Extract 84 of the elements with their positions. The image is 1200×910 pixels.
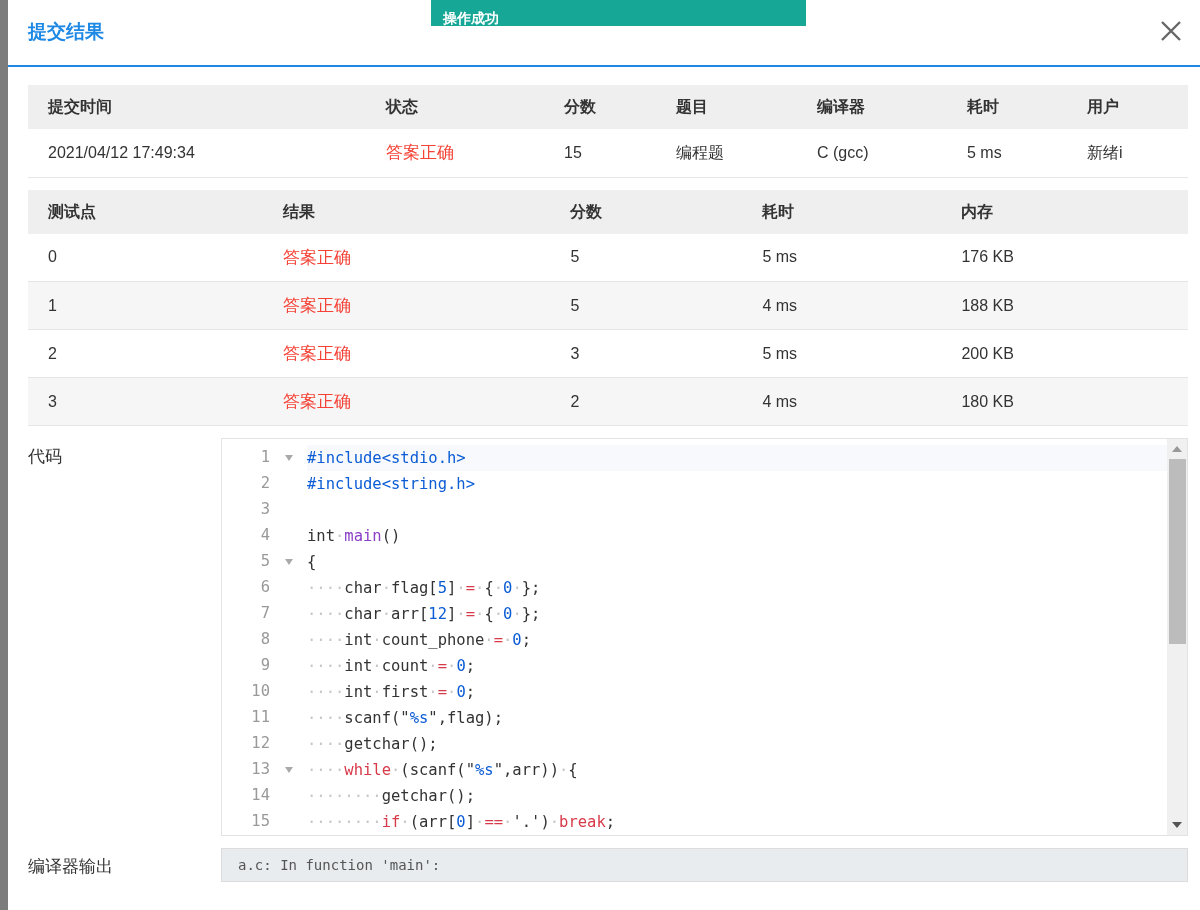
column-header: 耗时 bbox=[967, 98, 999, 115]
cell-text: 3 bbox=[570, 344, 580, 362]
line-number: 1 bbox=[259, 447, 270, 469]
status-text: 答案正确 bbox=[282, 391, 351, 411]
column-header: 题目 bbox=[676, 98, 708, 115]
scroll-up-icon bbox=[1172, 446, 1182, 452]
cell-text: C (gcc) bbox=[817, 143, 869, 161]
line-number: 14 bbox=[250, 785, 270, 807]
column-header: 分数 bbox=[564, 98, 596, 115]
cell-text: 188 KB bbox=[961, 296, 1014, 314]
line-number: 7 bbox=[259, 603, 270, 625]
scrollbar-thumb[interactable] bbox=[1168, 459, 1186, 644]
status-text: 答案正确 bbox=[386, 143, 454, 162]
line-number: 3 bbox=[259, 499, 270, 521]
code-line: ········getchar(); bbox=[307, 786, 476, 807]
code-line: ····getchar(); bbox=[307, 734, 439, 755]
cell-text: 2021/04/12 17:49:34 bbox=[48, 143, 195, 161]
code-line: ····char·flag[5]·=·{·0·}; bbox=[307, 578, 542, 599]
cell-text: 2 bbox=[48, 344, 57, 362]
column-header: 编译器 bbox=[817, 98, 865, 115]
cell-text: 2 bbox=[570, 392, 580, 410]
column-header: 状态 bbox=[386, 98, 418, 115]
cell-text: 5 bbox=[570, 248, 580, 266]
caret-icon bbox=[284, 767, 293, 773]
toast: 操作成功 bbox=[431, 0, 806, 26]
code-line: ····scanf("%s",flag); bbox=[307, 708, 504, 729]
column-header: 耗时 bbox=[762, 202, 795, 220]
line-number: 15 bbox=[250, 811, 270, 833]
code-line: #include<string.h> bbox=[307, 474, 476, 495]
cell-text: 4 ms bbox=[762, 392, 798, 410]
cell-text: 200 KB bbox=[961, 344, 1014, 362]
column-header: 结果 bbox=[282, 202, 315, 220]
fold-toggle[interactable] bbox=[284, 559, 293, 565]
column-header: 提交时间 bbox=[48, 98, 112, 115]
cell-text: 0 bbox=[48, 248, 57, 266]
line-number: 9 bbox=[259, 655, 270, 677]
line-number: 12 bbox=[250, 733, 270, 755]
line-number: 4 bbox=[259, 525, 270, 547]
section-label: 代码 bbox=[28, 446, 63, 468]
line-number: 10 bbox=[250, 681, 270, 703]
column-header: 内存 bbox=[961, 202, 994, 220]
fold-toggle[interactable] bbox=[284, 767, 293, 773]
code-line: ····int·first·=·0; bbox=[307, 682, 477, 703]
compiler-output-text: a.c: In function 'main': bbox=[238, 857, 441, 873]
fold-toggle[interactable] bbox=[284, 455, 293, 461]
line-number: 8 bbox=[259, 629, 270, 651]
cell-text: 4 ms bbox=[762, 296, 798, 314]
scroll-down-icon bbox=[1172, 822, 1182, 828]
caret-icon bbox=[284, 559, 293, 565]
cell-text: 5 bbox=[570, 296, 580, 314]
cell-text: 15 bbox=[564, 143, 582, 161]
dialog-title: 提交结果 bbox=[28, 20, 104, 45]
code-line: { bbox=[307, 552, 318, 573]
cell-text: 编程题 bbox=[676, 143, 724, 161]
code-line: ········if·(arr[0]·==·'.')·break; bbox=[307, 812, 617, 833]
cell-text: 5 ms bbox=[762, 248, 798, 266]
line-number: 5 bbox=[259, 551, 270, 573]
code-line: int·main() bbox=[307, 526, 402, 547]
scrollbar[interactable] bbox=[1167, 439, 1187, 835]
status-text: 答案正确 bbox=[282, 247, 351, 267]
code-line: ····char·arr[12]·=·{·0·}; bbox=[307, 604, 542, 625]
cell-text: 新绪i bbox=[1087, 143, 1123, 161]
code-line: ····int·count·=·0; bbox=[307, 656, 477, 677]
caret-icon bbox=[284, 455, 293, 461]
status-text: 答案正确 bbox=[282, 343, 351, 363]
code-line: ····int·count_phone·=·0; bbox=[307, 630, 533, 651]
cell-text: 3 bbox=[48, 392, 57, 410]
line-number: 13 bbox=[250, 759, 270, 781]
cell-text: 5 ms bbox=[762, 344, 798, 362]
code-editor[interactable] bbox=[221, 438, 1188, 836]
line-number: 6 bbox=[259, 577, 270, 599]
line-number: 11 bbox=[250, 707, 270, 729]
cell-text: 1 bbox=[48, 296, 57, 314]
section-label: 编译器输出 bbox=[28, 856, 114, 878]
cell-text: 176 KB bbox=[961, 248, 1014, 266]
column-header: 测试点 bbox=[48, 202, 96, 220]
column-header: 用户 bbox=[1087, 98, 1119, 115]
line-number: 2 bbox=[259, 473, 270, 495]
code-line: ····while·(scanf("%s",arr))·{ bbox=[307, 760, 579, 781]
cell-text: 180 KB bbox=[961, 392, 1014, 410]
close-icon bbox=[1160, 19, 1182, 42]
column-header: 分数 bbox=[570, 202, 603, 220]
status-text: 答案正确 bbox=[282, 295, 351, 315]
cell-text: 5 ms bbox=[967, 143, 1002, 161]
